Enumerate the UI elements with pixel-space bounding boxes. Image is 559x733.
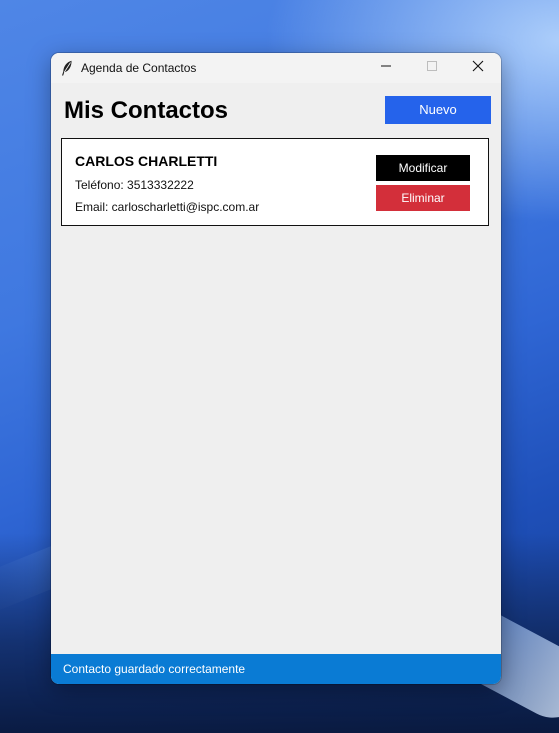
delete-button[interactable]: Eliminar xyxy=(376,185,470,211)
feather-icon xyxy=(61,60,73,76)
status-bar: Contacto guardado correctamente xyxy=(51,654,501,684)
title-bar[interactable]: Agenda de Contactos xyxy=(51,53,501,83)
contact-email: Email: carloscharletti@ispc.com.ar xyxy=(75,200,260,214)
new-contact-button[interactable]: Nuevo xyxy=(385,96,491,124)
app-window: Agenda de Contactos Mis Contactos Nuevo … xyxy=(51,53,501,684)
maximize-button[interactable] xyxy=(409,53,455,83)
page-title: Mis Contactos xyxy=(64,97,229,124)
status-message: Contacto guardado correctamente xyxy=(63,662,246,676)
minimize-icon xyxy=(380,59,392,77)
modify-button[interactable]: Modificar xyxy=(376,155,470,181)
contact-phone: Teléfono: 3513332222 xyxy=(75,178,194,192)
minimize-button[interactable] xyxy=(363,53,409,83)
contact-card: CARLOS CHARLETTI Teléfono: 3513332222 Em… xyxy=(61,138,489,226)
contact-name: CARLOS CHARLETTI xyxy=(75,153,218,169)
maximize-icon xyxy=(426,59,438,77)
main-content: Mis Contactos Nuevo CARLOS CHARLETTI Tel… xyxy=(51,83,501,653)
close-button[interactable] xyxy=(455,53,501,83)
close-icon xyxy=(472,59,484,77)
window-title: Agenda de Contactos xyxy=(81,61,197,75)
